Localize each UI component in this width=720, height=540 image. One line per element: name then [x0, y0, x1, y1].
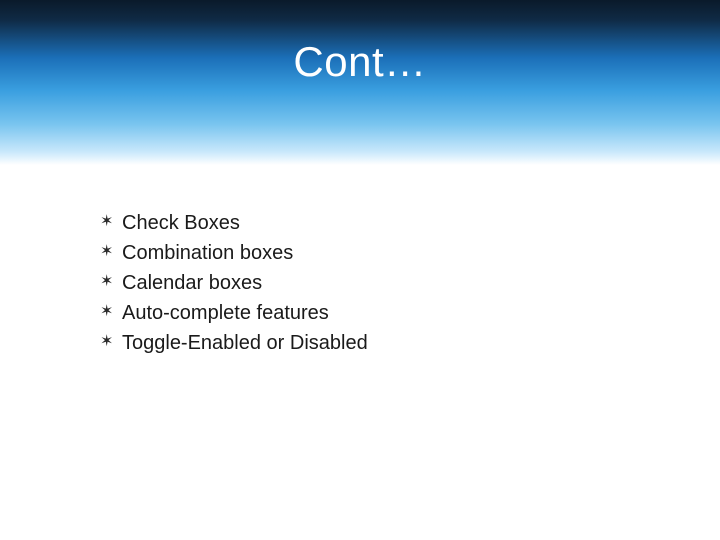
list-item-text: Combination boxes — [122, 240, 293, 266]
list-item: ✶ Auto-complete features — [100, 300, 660, 326]
list-item-text: Check Boxes — [122, 210, 240, 236]
list-item: ✶ Combination boxes — [100, 240, 660, 266]
list-item: ✶ Calendar boxes — [100, 270, 660, 296]
asterisk-icon: ✶ — [100, 242, 122, 263]
asterisk-icon: ✶ — [100, 212, 122, 233]
list-item: ✶ Toggle-Enabled or Disabled — [100, 330, 660, 356]
list-item: ✶ Check Boxes — [100, 210, 660, 236]
asterisk-icon: ✶ — [100, 272, 122, 293]
list-item-text: Auto-complete features — [122, 300, 329, 326]
bullet-list: ✶ Check Boxes ✶ Combination boxes ✶ Cale… — [100, 210, 660, 360]
list-item-text: Calendar boxes — [122, 270, 262, 296]
slide-title: Cont… — [0, 38, 720, 86]
asterisk-icon: ✶ — [100, 332, 122, 353]
list-item-text: Toggle-Enabled or Disabled — [122, 330, 368, 356]
asterisk-icon: ✶ — [100, 302, 122, 323]
slide: Cont… ✶ Check Boxes ✶ Combination boxes … — [0, 0, 720, 540]
